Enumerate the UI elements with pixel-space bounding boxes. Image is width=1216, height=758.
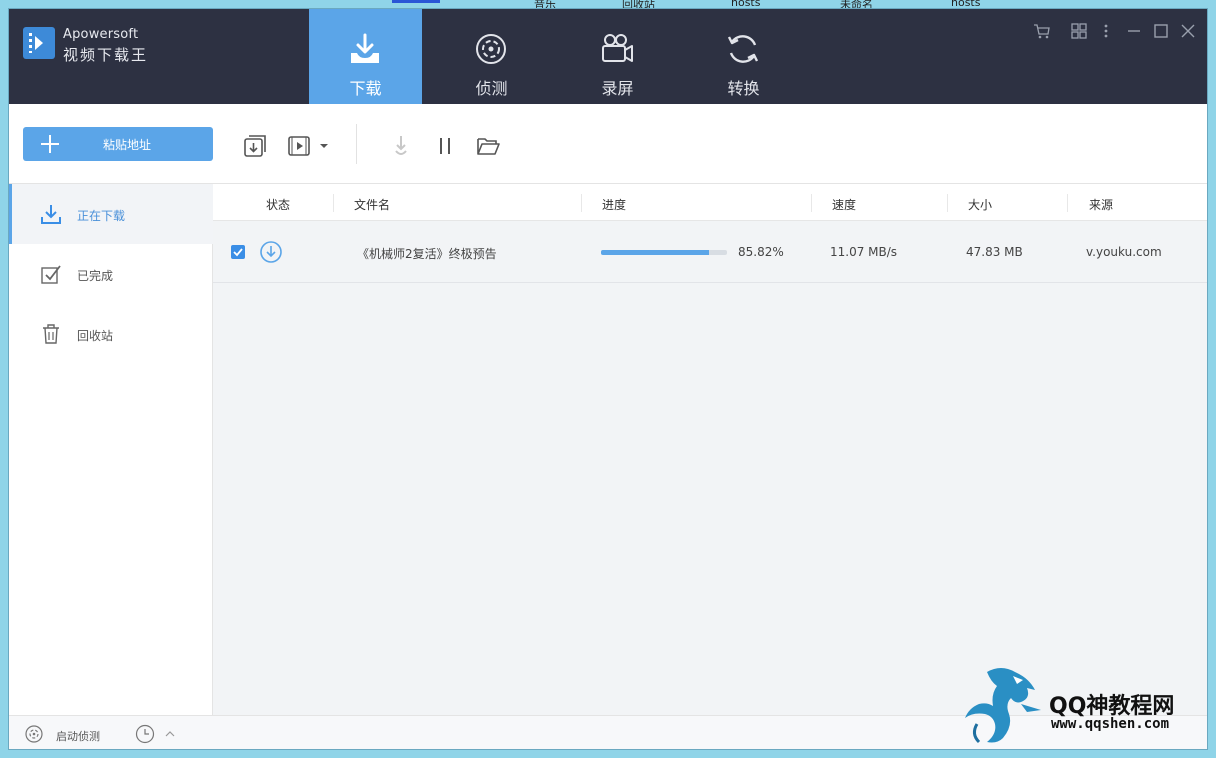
sidebar-item-label: 正在下载 xyxy=(77,209,126,223)
auto-detect-icon[interactable] xyxy=(24,724,44,744)
row-filename: 《机械师2复活》终极预告 xyxy=(357,247,497,261)
sidebar-item-label: 回收站 xyxy=(77,329,114,343)
more-icon[interactable] xyxy=(1097,22,1115,40)
tab-label: 侦测 xyxy=(475,79,508,98)
column-header-source[interactable]: 来源 xyxy=(1089,196,1113,213)
download-list: 状态 文件名 进度 速度 大小 来源 《机械师2复活》终极预告 85.82% 1… xyxy=(213,184,1207,715)
convert-arrows-icon xyxy=(727,35,759,63)
column-header-speed[interactable]: 速度 xyxy=(832,196,856,213)
row-progress-fill xyxy=(601,250,710,255)
pause-icon[interactable] xyxy=(432,133,458,159)
tab-detect[interactable]: 侦测 xyxy=(435,9,548,104)
column-divider xyxy=(581,194,582,212)
row-speed: 11.07 MB/s xyxy=(830,245,898,259)
table-header: 状态 文件名 进度 速度 大小 来源 xyxy=(213,184,1207,221)
trash-icon xyxy=(43,324,59,344)
column-divider xyxy=(1067,194,1068,212)
column-header-status[interactable]: 状态 xyxy=(266,196,290,213)
tab-label: 转换 xyxy=(727,79,760,98)
dropdown-caret-icon[interactable] xyxy=(317,133,331,159)
sidebar-item-label: 已完成 xyxy=(77,269,114,283)
downloading-icon xyxy=(41,205,61,224)
toolbar-divider xyxy=(356,124,357,164)
watermark-url: www.qqshen.com xyxy=(1051,716,1170,732)
table-row[interactable]: 《机械师2复活》终极预告 85.82% 11.07 MB/s 47.83 MB … xyxy=(213,221,1207,283)
app-logo-icon xyxy=(23,27,55,59)
batch-download-icon[interactable] xyxy=(242,133,268,159)
row-source: v.youku.com xyxy=(1086,245,1162,259)
paste-url-label: 粘贴地址 xyxy=(102,138,151,152)
download-circle-icon xyxy=(260,241,282,263)
download-tray-icon xyxy=(351,33,379,63)
paste-url-button[interactable]: 粘贴地址 xyxy=(23,127,213,161)
row-progress-bar xyxy=(601,250,727,255)
column-header-filename[interactable]: 文件名 xyxy=(354,196,390,213)
sidebar-item-completed[interactable]: 已完成 xyxy=(9,244,213,304)
sidebar-item-trash[interactable]: 回收站 xyxy=(9,304,213,364)
grid-icon[interactable] xyxy=(1070,22,1088,40)
cart-icon[interactable] xyxy=(1033,22,1051,40)
column-divider xyxy=(333,194,334,212)
sidebar: 正在下载 已完成 回收站 xyxy=(9,184,213,715)
maximize-icon[interactable] xyxy=(1152,22,1170,40)
tab-convert[interactable]: 转换 xyxy=(687,9,800,104)
desktop-selection-highlight xyxy=(392,0,440,3)
close-icon[interactable] xyxy=(1179,22,1197,40)
dragon-logo-icon xyxy=(965,668,1041,744)
auto-detect-label[interactable]: 启动侦测 xyxy=(56,728,100,744)
open-folder-icon[interactable] xyxy=(475,133,501,159)
start-download-icon[interactable] xyxy=(388,133,414,159)
clock-icon[interactable] xyxy=(135,724,155,744)
video-add-icon[interactable] xyxy=(287,133,313,159)
column-divider xyxy=(947,194,948,212)
toolbar: 粘贴地址 xyxy=(9,104,1207,184)
row-checkbox[interactable] xyxy=(231,245,245,259)
chevron-up-icon[interactable] xyxy=(163,724,177,744)
brand-name-en: Apowersoft xyxy=(63,27,139,42)
tab-label: 下载 xyxy=(349,79,382,98)
app-brand: Apowersoft 视频下载王 xyxy=(63,27,148,65)
column-header-progress[interactable]: 进度 xyxy=(602,196,626,213)
watermark: QQ神教程网 www.qqshen.com xyxy=(957,664,1207,749)
row-progress-text: 85.82% xyxy=(738,245,784,259)
sidebar-item-downloading[interactable]: 正在下载 xyxy=(9,184,213,244)
video-camera-icon xyxy=(602,34,633,62)
completed-check-icon xyxy=(41,265,61,284)
column-header-size[interactable]: 大小 xyxy=(968,196,992,213)
title-bar: Apowersoft 视频下载王 下载 侦测 录屏 转换 xyxy=(9,9,1207,104)
app-window: Apowersoft 视频下载王 下载 侦测 录屏 转换 粘贴地址 正在下载 已… xyxy=(8,8,1208,750)
column-divider xyxy=(811,194,812,212)
brand-name-cn: 视频下载王 xyxy=(63,46,149,64)
tab-download[interactable]: 下载 xyxy=(309,9,422,104)
row-size: 47.83 MB xyxy=(966,245,1023,259)
minimize-icon[interactable] xyxy=(1125,22,1143,40)
tab-label: 录屏 xyxy=(601,79,634,98)
detect-target-icon xyxy=(476,34,506,64)
tab-record[interactable]: 录屏 xyxy=(561,9,674,104)
